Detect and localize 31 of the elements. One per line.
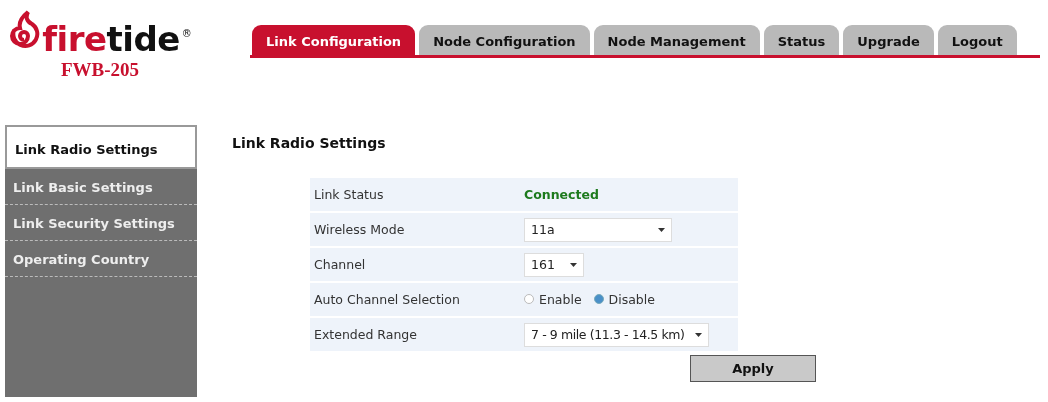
dropdown[interactable]: 7 - 9 mile (11.3 - 14.5 km) xyxy=(524,322,709,347)
nav-tab[interactable]: Node Management xyxy=(593,25,760,55)
field-label: Extended Range xyxy=(310,318,520,351)
dropdown-caret-icon xyxy=(694,332,702,337)
radio-icon[interactable] xyxy=(524,294,534,305)
field-label: Wireless Mode xyxy=(310,213,520,246)
nav-tab[interactable]: Status xyxy=(763,25,840,55)
radio-icon[interactable] xyxy=(593,294,604,305)
nav-tab[interactable]: Link Configuration xyxy=(252,25,416,55)
dropdown-caret-icon xyxy=(570,262,577,267)
nav-tab[interactable]: Upgrade xyxy=(843,25,934,55)
field-label: Auto Channel Selection xyxy=(310,283,520,316)
field-label: Channel xyxy=(310,248,520,281)
registered-mark: ® xyxy=(181,27,192,39)
apply-button[interactable]: Apply xyxy=(690,355,816,382)
model-name: FWB-205 xyxy=(60,59,140,81)
radio-option[interactable]: Enable xyxy=(524,291,582,307)
radio-option[interactable]: Disable xyxy=(593,291,655,307)
sidebar-item[interactable]: Link Security Settings xyxy=(5,205,197,241)
sidebar-item[interactable]: Operating Country xyxy=(5,241,197,277)
nav-tab[interactable]: Node Configuration xyxy=(419,25,590,55)
section-heading: Link Radio Settings xyxy=(232,135,387,151)
dropdown[interactable]: 11a xyxy=(524,217,672,242)
dropdown-caret-icon xyxy=(658,227,665,232)
logo-wordmark: firetide xyxy=(42,22,180,56)
status-value: Connected xyxy=(524,187,599,202)
nav-tab[interactable]: Logout xyxy=(937,25,1017,55)
dropdown[interactable]: 161 xyxy=(524,252,584,277)
field-label: Link Status xyxy=(310,178,520,211)
sidebar-item[interactable]: Link Radio Settings xyxy=(5,125,197,169)
sidebar-item[interactable]: Link Basic Settings xyxy=(5,169,197,205)
